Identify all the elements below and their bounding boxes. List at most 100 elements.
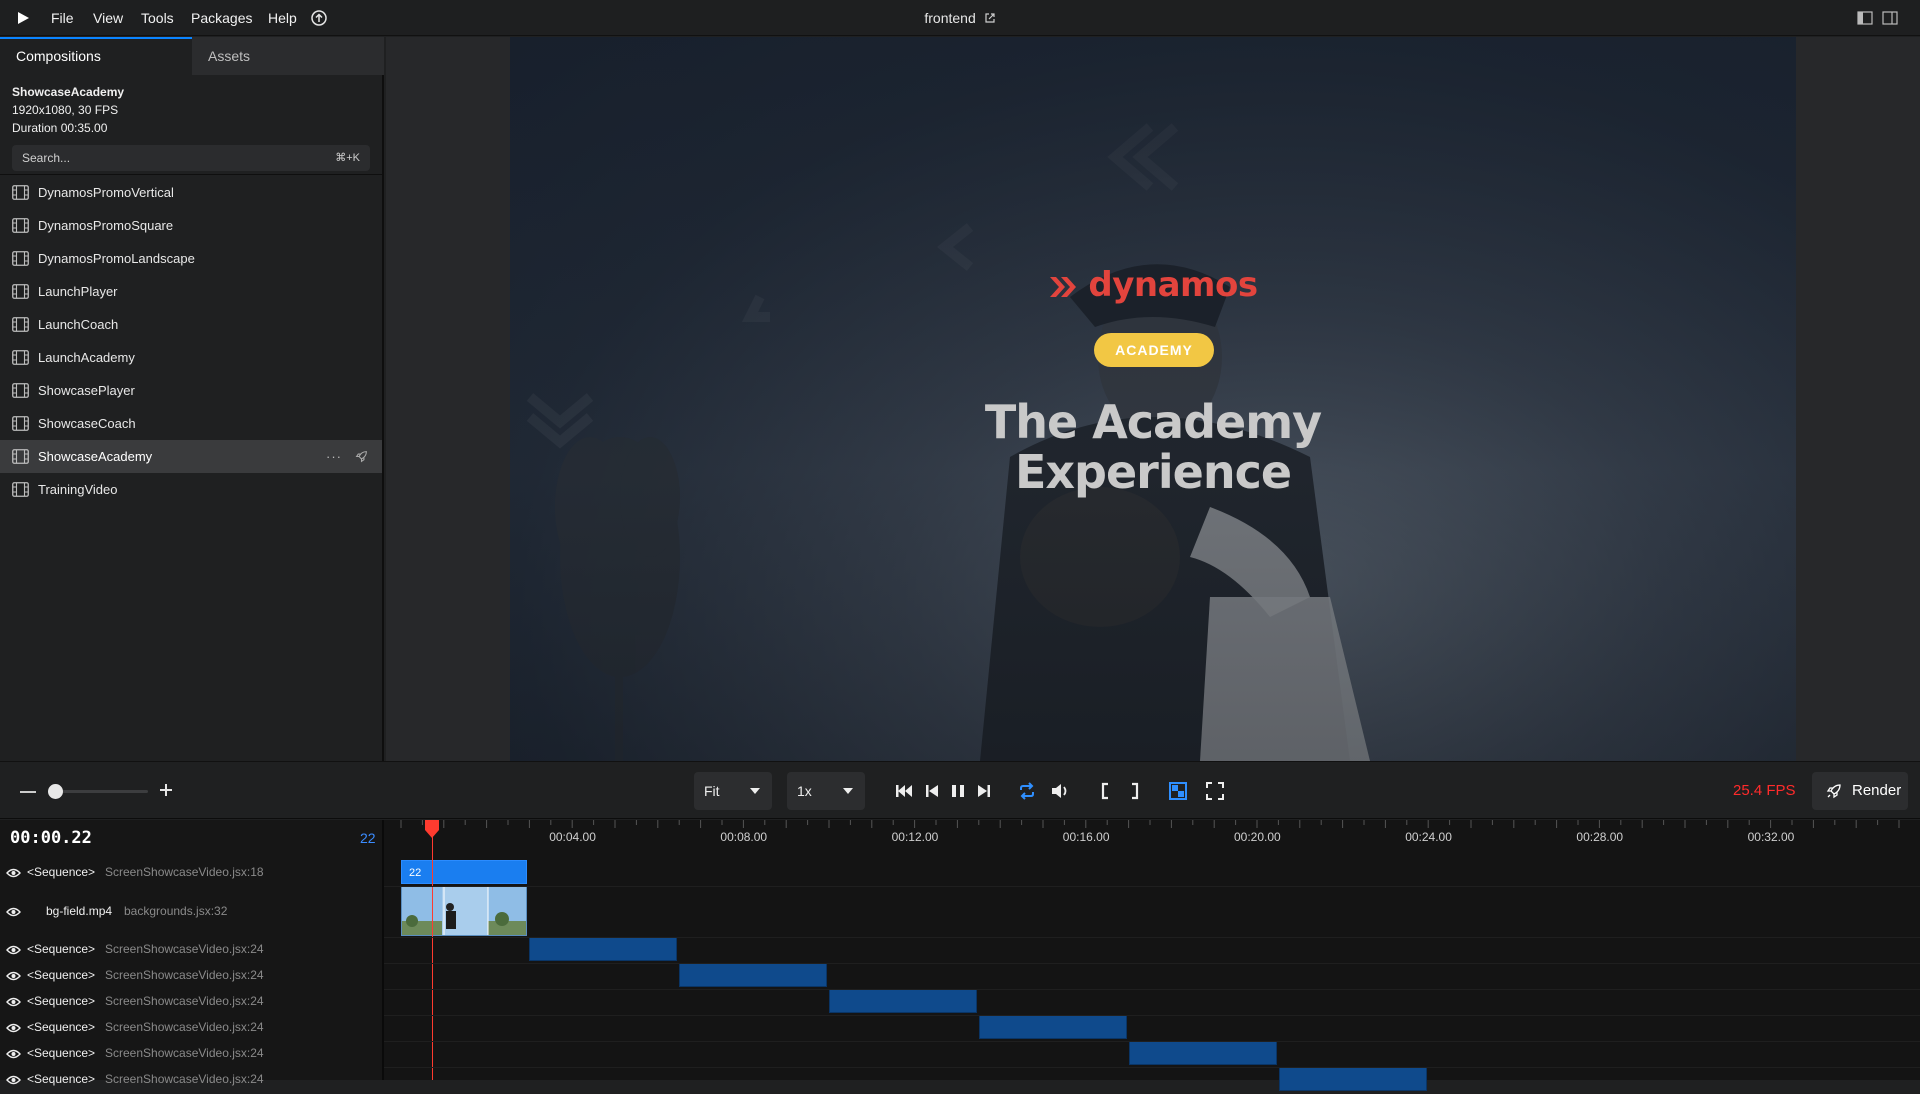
ruler-tick-label: 00:08.00 [720,830,768,844]
visibility-eye-icon[interactable] [6,868,21,878]
ruler-tick-label: 00:32.00 [1747,830,1795,844]
sequence-clip-4[interactable] [979,1015,1127,1039]
track-source[interactable]: ScreenShowcaseVideo.jsx:24 [105,994,264,1008]
visibility-eye-icon[interactable] [6,945,21,955]
toggle-left-panel-icon[interactable] [1857,10,1873,26]
sequence-clip-3[interactable] [829,989,977,1013]
canvas-area: dynamos ACADEMY The Academy Experience [386,37,1920,761]
tab-assets[interactable]: Assets [192,37,384,75]
track-row[interactable]: <Sequence> ScreenShowcaseVideo.jsx:24 [0,989,382,1015]
visibility-eye-icon[interactable] [6,1049,21,1059]
zoom-out-icon[interactable] [20,791,36,793]
step-back-icon[interactable] [922,781,942,801]
ruler-tick-label: 00:12.00 [891,830,939,844]
composition-item-label: ShowcaseAcademy [38,449,153,464]
track-row[interactable]: bg-field.mp4 backgrounds.jsx:32 [0,886,382,937]
loop-icon[interactable] [1017,781,1037,801]
sequence-clip-2[interactable] [679,963,827,987]
compositions-panel: Compositions Assets ShowcaseAcademy 1920… [0,37,384,761]
pause-icon[interactable] [948,781,968,801]
film-icon [12,251,29,266]
composition-item-label: DynamosPromoLandscape [38,251,195,266]
track-source[interactable]: ScreenShowcaseVideo.jsx:24 [105,1072,264,1086]
zoom-slider-thumb[interactable] [48,784,63,799]
sequence-clip-6[interactable] [1279,1067,1427,1091]
visibility-eye-icon[interactable] [6,1023,21,1033]
upgrade-icon[interactable] [311,10,327,26]
track-source[interactable]: ScreenShowcaseVideo.jsx:24 [105,1020,264,1034]
track-source[interactable]: ScreenShowcaseVideo.jsx:18 [105,865,264,879]
composition-item[interactable]: LaunchAcademy [0,341,382,374]
project-title[interactable]: frontend [924,10,975,26]
chevron-down-icon [750,788,760,794]
track-source[interactable]: backgrounds.jsx:32 [124,904,227,918]
in-point-icon[interactable] [1096,781,1116,801]
composition-item-label: ShowcaseCoach [38,416,136,431]
speed-select[interactable]: 1x [787,772,865,810]
ruler-tick-label: 00:16.00 [1062,830,1110,844]
jump-to-start-icon[interactable] [894,781,914,801]
composition-item[interactable]: TrainingVideo [0,473,382,506]
sequence-clip-1[interactable] [529,937,677,961]
app-logo-icon[interactable] [16,11,30,25]
rocket-icon[interactable] [355,450,368,463]
track-name: <Sequence> [27,865,96,879]
composition-item[interactable]: ShowcaseAcademy ··· [0,440,382,473]
menu-help[interactable]: Help [268,0,297,36]
menu-file[interactable]: File [51,0,74,36]
track-row[interactable]: <Sequence> ScreenShowcaseVideo.jsx:24 [0,1067,382,1093]
composition-item[interactable]: DynamosPromoSquare [0,209,382,242]
track-name: <Sequence> [27,1072,96,1086]
zoom-slider-track[interactable] [50,790,148,793]
playback-controls: Fit 1x 25.4 FPS Render [0,761,1920,819]
track-row[interactable]: <Sequence> ScreenShowcaseVideo.jsx:18 [0,860,382,886]
composition-item[interactable]: ShowcasePlayer [0,374,382,407]
composition-item[interactable]: ShowcaseCoach [0,407,382,440]
track-row[interactable]: <Sequence> ScreenShowcaseVideo.jsx:24 [0,963,382,989]
toggle-right-panel-icon[interactable] [1882,10,1898,26]
track-name: <Sequence> [27,1046,96,1060]
external-link-icon[interactable] [984,12,996,24]
tab-compositions[interactable]: Compositions [0,37,192,75]
track-source[interactable]: ScreenShowcaseVideo.jsx:24 [105,968,264,982]
search-input[interactable] [12,145,312,171]
track-source[interactable]: ScreenShowcaseVideo.jsx:24 [105,942,264,956]
composition-item[interactable]: LaunchPlayer [0,275,382,308]
menu-tools[interactable]: Tools [141,0,174,36]
video-preview[interactable]: dynamos ACADEMY The Academy Experience [510,37,1796,761]
menu-packages[interactable]: Packages [191,0,252,36]
fit-select[interactable]: Fit [694,772,772,810]
sequence-clip-5[interactable] [1129,1041,1277,1065]
step-forward-icon[interactable] [974,781,994,801]
composition-item[interactable]: DynamosPromoLandscape [0,242,382,275]
composition-item[interactable]: LaunchCoach [0,308,382,341]
composition-item[interactable]: DynamosPromoVertical [0,176,382,209]
menu-view[interactable]: View [93,0,123,36]
brand-logo: dynamos [510,265,1796,305]
zoom-in-icon[interactable] [158,782,174,798]
bg-field-clip[interactable] [401,886,527,936]
playhead-handle[interactable] [424,820,440,838]
track-source[interactable]: ScreenShowcaseVideo.jsx:24 [105,1046,264,1060]
film-icon [12,185,29,200]
visibility-eye-icon[interactable] [6,1075,21,1085]
track-row[interactable]: <Sequence> ScreenShowcaseVideo.jsx:24 [0,937,382,963]
video-thumbnail [402,887,526,935]
track-row[interactable]: <Sequence> ScreenShowcaseVideo.jsx:24 [0,1015,382,1041]
track-row[interactable]: <Sequence> ScreenShowcaseVideo.jsx:24 [0,1041,382,1067]
more-options-icon[interactable]: ··· [326,440,342,473]
speed-select-value: 1x [797,783,812,799]
composition-item-label: ShowcasePlayer [38,383,135,398]
checkerboard-icon[interactable] [1168,781,1188,801]
fullscreen-icon[interactable] [1205,781,1225,801]
sequence-clip-active[interactable]: 22 [401,860,527,884]
time-ruler[interactable] [398,820,1908,856]
current-timecode: 00:00.22 [10,828,92,848]
brand-name: dynamos [1088,265,1258,305]
out-point-icon[interactable] [1124,781,1144,801]
render-button[interactable]: Render [1812,772,1908,810]
visibility-eye-icon[interactable] [6,907,21,917]
visibility-eye-icon[interactable] [6,971,21,981]
volume-icon[interactable] [1050,781,1070,801]
visibility-eye-icon[interactable] [6,997,21,1007]
